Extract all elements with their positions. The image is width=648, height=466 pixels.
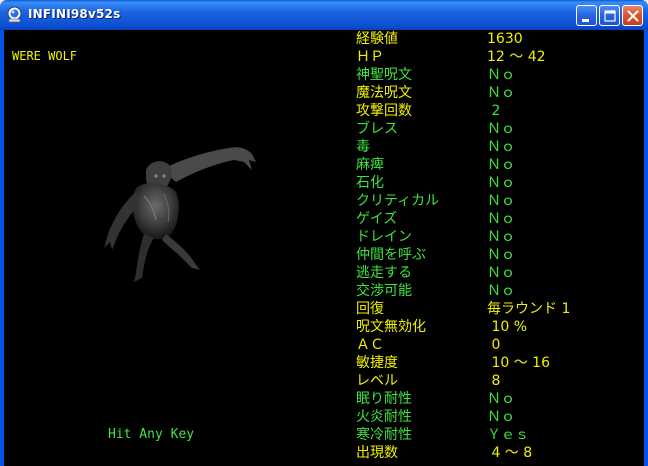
- stat-label: 逃走する: [356, 265, 412, 281]
- stat-label: レベル: [356, 373, 398, 389]
- stat-row: 麻痺 Ｎｏ: [356, 156, 636, 174]
- stat-row: ドレイン Ｎｏ: [356, 228, 636, 246]
- stat-label: 麻痺: [356, 157, 384, 173]
- stat-value: Ｎｏ: [487, 283, 515, 299]
- stat-value: Ｎｏ: [487, 409, 515, 425]
- stat-value: Ｎｏ: [487, 175, 515, 191]
- stat-value: Ｎｏ: [487, 121, 515, 137]
- stat-label: ブレス: [356, 121, 398, 137]
- stat-row: 毒 Ｎｏ: [356, 138, 636, 156]
- stat-label: 出現数: [356, 445, 398, 461]
- stat-value: 毎ラウンド 1: [487, 301, 571, 317]
- close-icon: [627, 10, 639, 22]
- stat-row: 魔法呪文 Ｎｏ: [356, 84, 636, 102]
- game-screen[interactable]: WERE WOLF Hit Any Key 経験値 1630 ＨＰ 12 〜 4…: [4, 30, 644, 466]
- stat-label: 魔法呪文: [356, 85, 412, 101]
- stat-value: Ｎｏ: [487, 85, 515, 101]
- maximize-icon: [604, 10, 616, 22]
- stat-value: Ｎｏ: [487, 265, 515, 281]
- stat-value: 10 〜 16: [487, 355, 550, 371]
- stat-value: 8: [487, 373, 501, 389]
- stat-label: 攻撃回数: [356, 103, 412, 119]
- stat-value: Ｎｏ: [487, 67, 515, 83]
- stat-label: 敏捷度: [356, 355, 398, 371]
- app-icon: [6, 6, 23, 23]
- close-button[interactable]: [622, 5, 643, 26]
- stat-label: クリティカル: [356, 193, 440, 209]
- stat-label: 寒冷耐性: [356, 427, 412, 443]
- stat-value: 4 〜 8: [487, 445, 533, 461]
- stat-label: 回復: [356, 301, 384, 317]
- stat-label: 火炎耐性: [356, 409, 412, 425]
- stat-value: 12 〜 42: [487, 49, 546, 65]
- stat-row: クリティカル Ｎｏ: [356, 192, 636, 210]
- stat-label: 毒: [356, 139, 370, 155]
- stat-row: ＨＰ 12 〜 42: [356, 48, 636, 66]
- stat-value: 1630: [487, 31, 523, 47]
- stat-row: レベル 8: [356, 372, 636, 390]
- stat-label: ドレイン: [356, 229, 412, 245]
- maximize-button[interactable]: [599, 5, 620, 26]
- stat-value: Ｎｏ: [487, 247, 515, 263]
- stat-label: 石化: [356, 175, 384, 191]
- title-bar[interactable]: INFINI98v52s: [0, 0, 648, 30]
- stat-row: 寒冷耐性 Ｙｅｓ: [356, 426, 636, 444]
- stat-row: 呪文無効化 10 %: [356, 318, 636, 336]
- stat-label: ＨＰ: [356, 49, 384, 65]
- stat-row: 石化 Ｎｏ: [356, 174, 636, 192]
- stat-row: 交渉可能 Ｎｏ: [356, 282, 636, 300]
- stat-label: 仲間を呼ぶ: [356, 247, 426, 263]
- app-window: INFINI98v52s WERE WOLF Hit Any Key 経験値 1…: [0, 0, 648, 466]
- stat-label: 眠り耐性: [356, 391, 412, 407]
- stat-label: ゲイズ: [356, 211, 398, 227]
- stat-label: 交渉可能: [356, 283, 412, 299]
- stat-row: 経験値 1630: [356, 30, 636, 48]
- stat-row: 逃走する Ｎｏ: [356, 264, 636, 282]
- stat-value: 2: [487, 103, 501, 119]
- stat-value: Ｎｏ: [487, 157, 515, 173]
- stat-value: Ｎｏ: [487, 391, 515, 407]
- stat-label: 経験値: [356, 31, 398, 47]
- stat-value: Ｙｅｓ: [487, 427, 529, 443]
- stat-row: ゲイズ Ｎｏ: [356, 210, 636, 228]
- stat-value: Ｎｏ: [487, 229, 515, 245]
- stat-row: 眠り耐性 Ｎｏ: [356, 390, 636, 408]
- stat-label: 神聖呪文: [356, 67, 412, 83]
- window-title: INFINI98v52s: [28, 7, 121, 21]
- stat-row: ＡＣ 0: [356, 336, 636, 354]
- stats-panel: 経験値 1630 ＨＰ 12 〜 42 神聖呪文 Ｎｏ 魔法呪文 Ｎｏ 攻撃回数 2 ブレス Ｎｏ 毒…: [4, 30, 644, 466]
- stat-value: Ｎｏ: [487, 193, 515, 209]
- stat-value: Ｎｏ: [487, 139, 515, 155]
- stat-row: 出現数 4 〜 8: [356, 444, 636, 462]
- stat-row: 神聖呪文 Ｎｏ: [356, 66, 636, 84]
- stat-row: 回復 毎ラウンド 1: [356, 300, 636, 318]
- stat-value: Ｎｏ: [487, 211, 515, 227]
- stat-row: 仲間を呼ぶ Ｎｏ: [356, 246, 636, 264]
- stat-row: 敏捷度 10 〜 16: [356, 354, 636, 372]
- stat-row: 火炎耐性 Ｎｏ: [356, 408, 636, 426]
- stat-value: 10 %: [487, 319, 528, 335]
- minimize-button[interactable]: [576, 5, 597, 26]
- stat-row: ブレス Ｎｏ: [356, 120, 636, 138]
- minimize-icon: [582, 19, 589, 22]
- stat-label: 呪文無効化: [356, 319, 426, 335]
- stat-row: 攻撃回数 2: [356, 102, 636, 120]
- stat-value: 0: [487, 337, 501, 353]
- stat-label: ＡＣ: [356, 337, 384, 353]
